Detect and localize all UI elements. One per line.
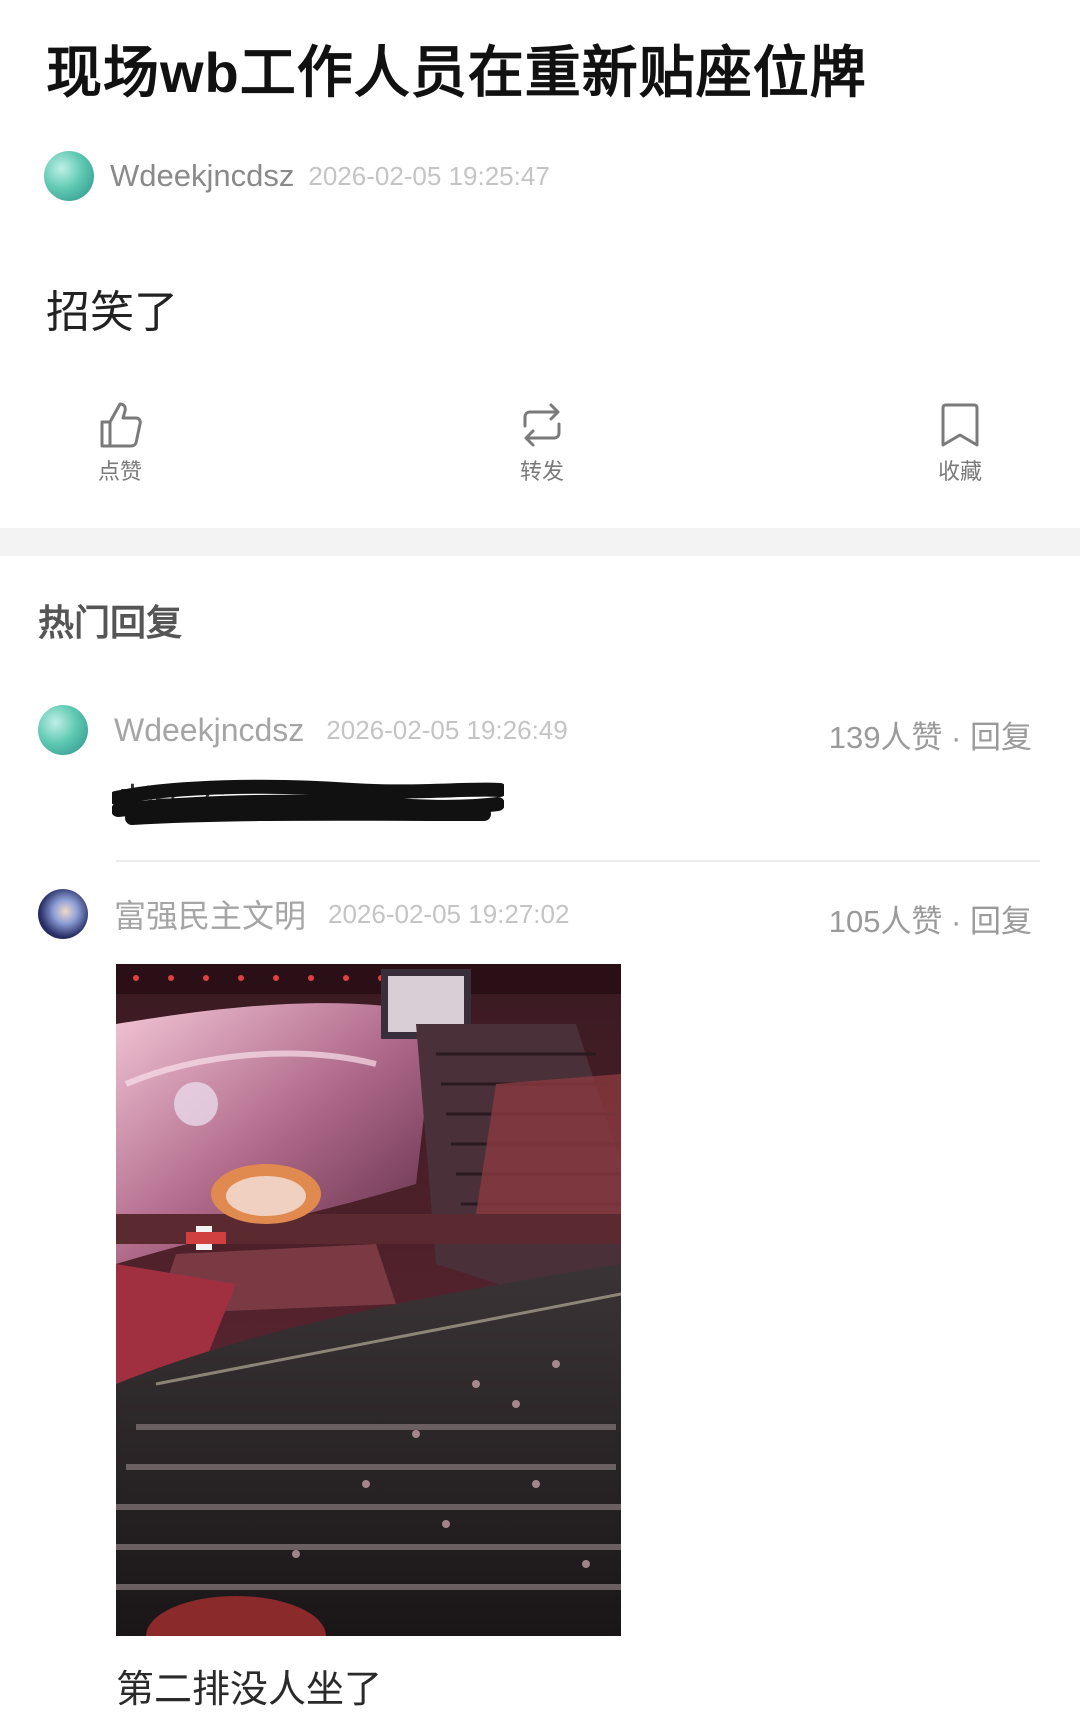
reply-meta: 富强民主文明 2026-02-05 19:27:02 <box>38 888 569 940</box>
action-bar: 点赞 转发 收藏 <box>0 400 1080 500</box>
reply-timestamp: 2026-02-05 19:27:02 <box>328 898 570 929</box>
like-button[interactable]: 点赞 <box>60 400 180 486</box>
hot-replies-heading: 热门回复 <box>38 602 183 643</box>
post-card: 现场wb工作人员在重新贴座位牌 Wdeekjncdsz 2026-02-05 1… <box>0 0 1080 552</box>
like-label: 点赞 <box>97 459 142 484</box>
post-timestamp: 2026-02-05 19:25:47 <box>308 160 550 191</box>
author-name[interactable]: Wdeekjncdsz <box>110 158 294 194</box>
repost-icon <box>523 403 561 447</box>
post-title: 现场wb工作人员在重新贴座位牌 <box>46 41 867 104</box>
reply-photo[interactable] <box>116 964 621 1636</box>
post-body: 招笑了 <box>46 288 178 337</box>
reply-likes-and-reply[interactable]: 139人赞 · 回复 <box>829 712 1032 757</box>
thumbs-up-icon <box>100 402 142 448</box>
arena-photo-image <box>116 964 621 1636</box>
reply-author[interactable]: Wdeekjncdsz <box>114 712 304 749</box>
repost-button[interactable]: 转发 <box>482 400 602 486</box>
reply-timestamp: 2026-02-05 19:26:49 <box>326 714 568 745</box>
reply-caption: 第二排没人坐了 <box>116 1669 383 1711</box>
favorite-label: 收藏 <box>937 459 982 484</box>
author-avatar[interactable] <box>44 151 94 201</box>
reply-separator <box>116 860 1040 862</box>
reply-avatar[interactable] <box>38 705 88 755</box>
bookmark-icon <box>941 403 979 447</box>
reply-avatar[interactable] <box>38 889 88 939</box>
repost-label: 转发 <box>519 459 564 484</box>
reply-author[interactable]: 富强民主文明 <box>114 891 306 937</box>
post-meta: Wdeekjncdsz 2026-02-05 19:25:47 <box>44 150 550 202</box>
redaction-scribble <box>112 779 504 825</box>
reply-meta: Wdeekjncdsz 2026-02-05 19:26:49 <box>38 704 568 756</box>
section-divider <box>0 528 1080 556</box>
reply-likes-and-reply[interactable]: 105人赞 · 回复 <box>829 896 1032 941</box>
favorite-button[interactable]: 收藏 <box>900 400 1020 486</box>
